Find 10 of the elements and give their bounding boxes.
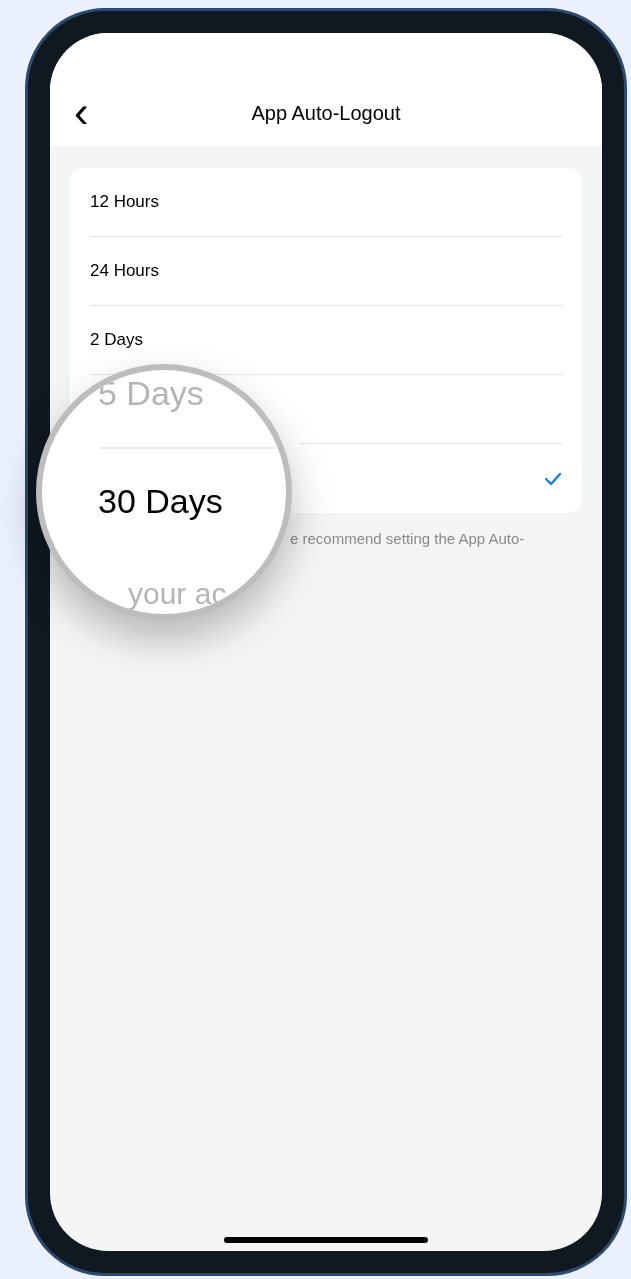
magnified-text: 30 Days <box>98 481 223 522</box>
screen-title: App Auto-Logout <box>251 101 401 126</box>
option-row[interactable]: 2 Days <box>90 306 562 374</box>
option-label: 24 Hours <box>90 260 159 283</box>
option-label: 2 Days <box>90 329 143 352</box>
option-label: 12 Hours <box>90 191 159 214</box>
option-row[interactable]: 24 Hours <box>90 237 562 305</box>
footnote-text: e recommend setting the App Auto- <box>290 530 525 547</box>
option-row[interactable]: 12 Hours <box>90 168 562 236</box>
back-button[interactable]: ‹ <box>74 92 104 132</box>
